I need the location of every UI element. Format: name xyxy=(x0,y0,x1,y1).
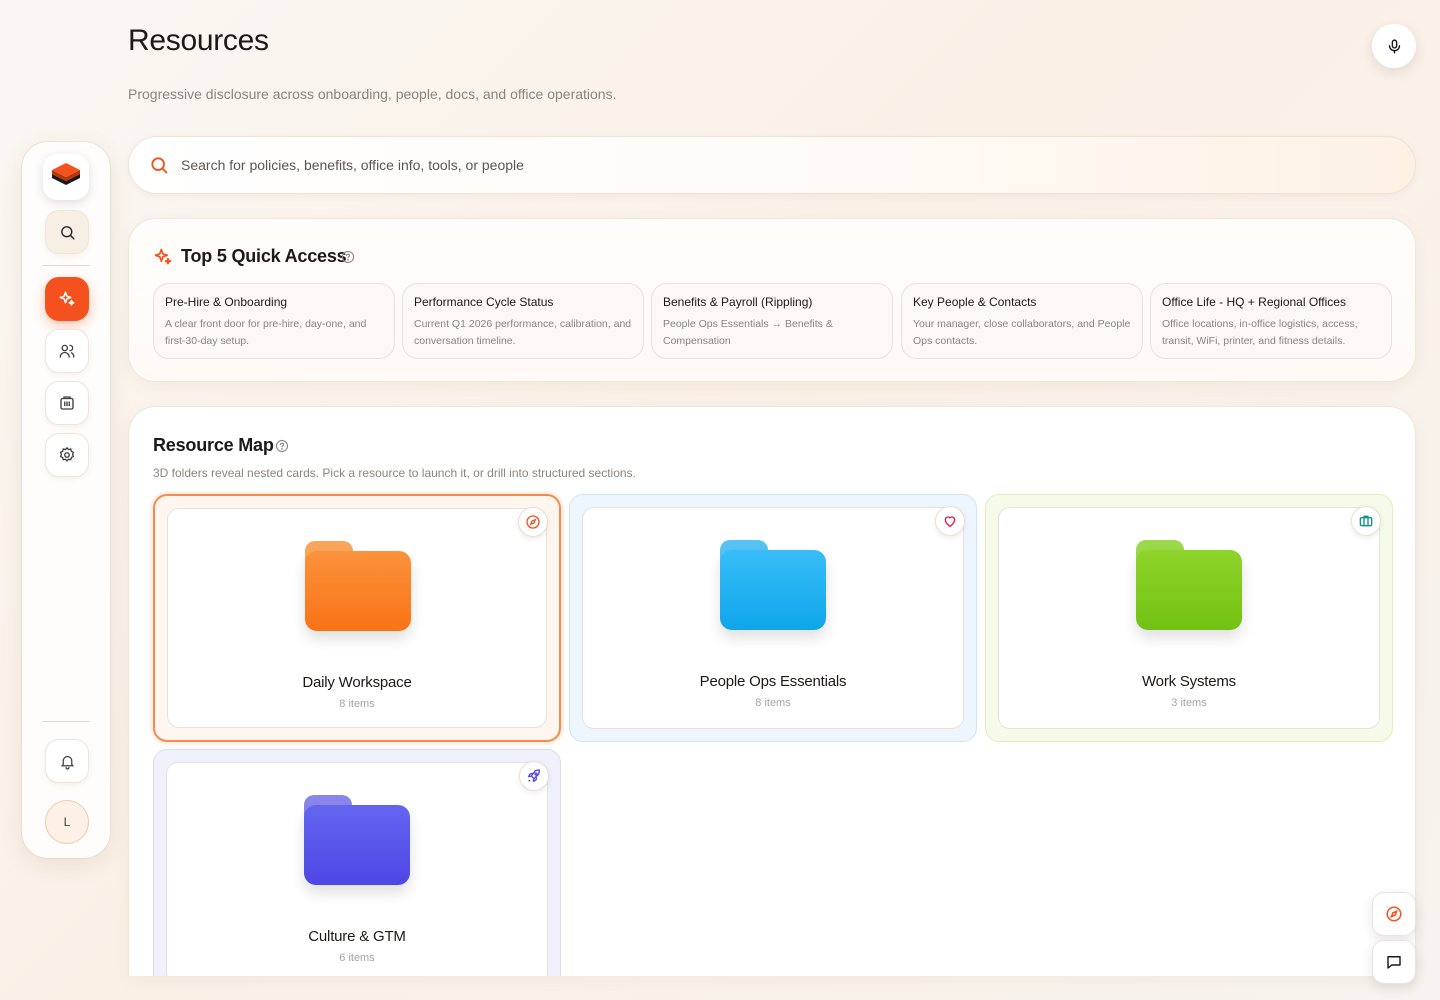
folder-card-work-systems[interactable]: Work Systems 3 items xyxy=(985,494,1393,742)
quick-access-card[interactable]: Office Life - HQ + Regional Offices Offi… xyxy=(1150,283,1392,359)
help-icon[interactable] xyxy=(341,250,355,269)
voice-input-button[interactable] xyxy=(1372,24,1416,68)
sidebar-divider xyxy=(42,721,90,722)
sparkles-icon xyxy=(59,291,75,306)
chat-button[interactable] xyxy=(1372,940,1416,984)
sidebar-item-people[interactable] xyxy=(45,329,89,373)
sidebar-divider xyxy=(42,265,90,266)
heart-icon xyxy=(935,506,965,536)
users-icon xyxy=(59,344,75,358)
gear-icon xyxy=(59,446,75,462)
rocket-icon xyxy=(519,761,549,791)
folder-name: People Ops Essentials xyxy=(699,673,847,690)
page-title: Resources xyxy=(128,24,269,57)
quick-access-card-desc: People Ops Essentials → Benefits & Compe… xyxy=(663,318,833,347)
folder-name: Work Systems xyxy=(1141,673,1236,690)
folder-item-count: 8 items xyxy=(339,698,375,710)
page-subtitle: Progressive disclosure across onboarding… xyxy=(128,86,617,102)
quick-access-card[interactable]: Performance Cycle Status Current Q1 2026… xyxy=(402,283,644,359)
compass-icon xyxy=(1386,906,1402,922)
folder-icon xyxy=(304,795,410,885)
folder-icon xyxy=(305,541,411,631)
folder-name: Culture & GTM xyxy=(308,928,406,945)
folder-icon xyxy=(1136,540,1242,630)
search-icon xyxy=(149,155,169,180)
folder-item-count: 3 items xyxy=(1171,697,1207,709)
quick-access-panel: Top 5 Quick Access Pre-Hire & Onboarding… xyxy=(128,218,1416,382)
chat-icon xyxy=(1387,956,1401,969)
folder-card-people-ops[interactable]: People Ops Essentials 8 items xyxy=(569,494,977,742)
folder-card-culture-gtm[interactable]: Culture & GTM 6 items xyxy=(153,749,561,976)
explore-button[interactable] xyxy=(1372,892,1416,936)
quick-access-card-desc: Your manager, close collaborators, and P… xyxy=(913,318,1131,347)
search-input[interactable] xyxy=(181,153,1361,177)
quick-access-title: Top 5 Quick Access xyxy=(181,246,347,266)
folder-item-count: 8 items xyxy=(755,697,791,709)
quick-access-card-title: Office Life - HQ + Regional Offices xyxy=(1162,295,1346,309)
sidebar: L xyxy=(22,142,110,858)
sidebar-item-office[interactable] xyxy=(45,381,89,425)
resource-map-description: 3D folders reveal nested cards. Pick a r… xyxy=(153,466,636,480)
quick-access-card-desc: Current Q1 2026 performance, calibration… xyxy=(414,318,632,347)
sidebar-search-button[interactable] xyxy=(45,210,89,254)
bell-icon xyxy=(60,755,74,770)
folder-name: Daily Workspace xyxy=(302,674,412,691)
sparkles-icon xyxy=(153,247,173,272)
compass-icon xyxy=(518,507,548,537)
user-avatar[interactable]: L xyxy=(45,800,89,844)
help-icon[interactable] xyxy=(275,439,289,458)
sidebar-item-settings[interactable] xyxy=(45,433,89,477)
microphone-icon xyxy=(1388,38,1400,54)
folder-card-daily-workspace[interactable]: Daily Workspace 8 items xyxy=(153,494,561,742)
avatar-initial: L xyxy=(63,815,71,829)
resource-map-title: Resource Map xyxy=(153,435,274,455)
quick-access-card[interactable]: Benefits & Payroll (Rippling) People Ops… xyxy=(651,283,893,359)
app-logo[interactable] xyxy=(43,154,89,200)
resource-map-panel: Resource Map 3D folders reveal nested ca… xyxy=(128,406,1416,976)
quick-access-card-desc: Office locations, in-office logistics, a… xyxy=(1162,318,1358,347)
quick-access-card-desc: A clear front door for pre-hire, day-one… xyxy=(165,318,367,347)
briefcase-icon xyxy=(1351,506,1381,536)
folder-icon xyxy=(720,540,826,630)
folder-item-count: 6 items xyxy=(339,952,375,964)
building-icon xyxy=(60,396,74,410)
quick-access-card-title: Pre-Hire & Onboarding xyxy=(165,295,288,309)
search-bar xyxy=(128,136,1416,194)
quick-access-card[interactable]: Pre-Hire & Onboarding A clear front door… xyxy=(153,283,395,359)
notifications-button[interactable] xyxy=(45,739,89,783)
layers-logo-icon xyxy=(52,163,80,185)
quick-access-card[interactable]: Key People & Contacts Your manager, clos… xyxy=(901,283,1143,359)
search-icon xyxy=(60,225,75,240)
quick-access-card-title: Key People & Contacts xyxy=(913,295,1037,309)
sidebar-item-quick-access[interactable] xyxy=(45,277,89,321)
quick-access-card-title: Benefits & Payroll (Rippling) xyxy=(663,295,813,309)
quick-access-card-title: Performance Cycle Status xyxy=(414,295,554,309)
